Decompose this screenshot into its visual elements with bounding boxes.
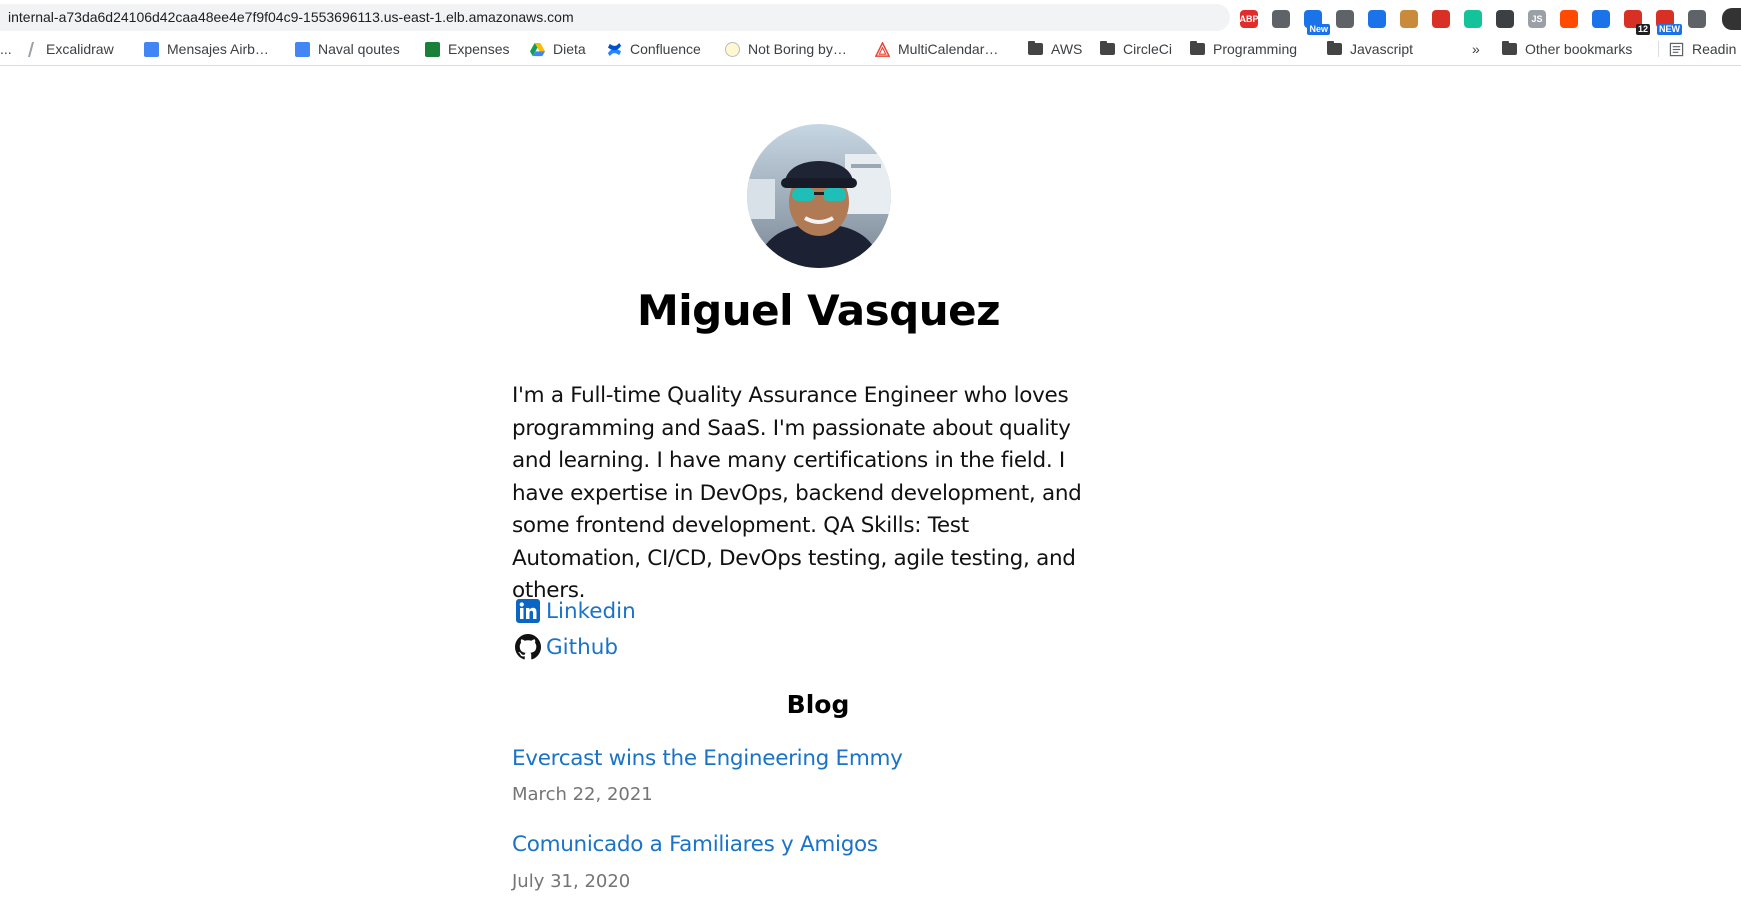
adblock-plus-icon[interactable]: ABP xyxy=(1240,10,1259,28)
confluence-icon xyxy=(607,42,622,57)
bookmark-excalidraw[interactable]: Excalidraw xyxy=(27,41,114,57)
url-text[interactable]: internal-a73da6d24106d42caa48ee4e7f9f04c… xyxy=(8,9,574,25)
bookmarks-overflow-button[interactable]: » xyxy=(1472,41,1480,57)
bookmark-folder-programming[interactable]: Programming xyxy=(1190,41,1297,57)
umbrella-icon[interactable] xyxy=(1272,10,1290,28)
google-doc-icon xyxy=(295,41,310,57)
bookmark-folder-aws[interactable]: AWS xyxy=(1028,41,1082,57)
cookie-icon[interactable] xyxy=(1400,10,1418,28)
grammarly-icon[interactable] xyxy=(1464,10,1482,28)
puzzle-icon[interactable] xyxy=(1688,10,1706,28)
address-bar-area: internal-a73da6d24106d42caa48ee4e7f9f04c… xyxy=(0,0,1741,35)
folder-icon xyxy=(1100,41,1115,55)
bookmark-mensajes-airb[interactable]: Mensajes Airb… xyxy=(144,41,269,57)
google-drive-icon xyxy=(530,42,545,57)
picture-in-picture-icon[interactable] xyxy=(1592,10,1610,28)
linkedin-link[interactable]: Linkedin xyxy=(515,598,636,624)
js-icon[interactable]: JS xyxy=(1528,10,1546,28)
zapier-icon[interactable] xyxy=(1560,10,1578,28)
bookmark-label: Readin xyxy=(1692,41,1737,57)
blog-post-date: March 22, 2021 xyxy=(512,784,653,805)
calendar-extension-icon[interactable]: 12 xyxy=(1624,10,1650,35)
bookmark-label: Programming xyxy=(1213,41,1298,57)
other-bookmarks-folder[interactable]: Other bookmarks xyxy=(1502,41,1632,57)
bookmark-label: Dieta xyxy=(553,41,586,57)
bookmark-naval-qoutes[interactable]: Naval qoutes xyxy=(295,41,400,57)
blog-heading: Blog xyxy=(786,690,850,719)
google-doc-icon xyxy=(144,41,159,57)
folder-icon xyxy=(1028,41,1043,55)
page-title: Miguel Vasquez xyxy=(636,286,1001,335)
bookmark-label: CircleCi xyxy=(1123,41,1172,57)
extension-badge: NEW xyxy=(1657,24,1682,35)
blog-post-title-link[interactable]: Evercast wins the Engineering Emmy xyxy=(512,746,903,771)
bookmarks-bar: ... Excalidraw Mensajes Airb… Naval qout… xyxy=(0,36,1741,66)
profile-photo xyxy=(747,124,891,268)
blog-post-title-link[interactable]: Comunicado a Familiares y Amigos xyxy=(512,832,878,857)
github-link-label: Github xyxy=(546,634,618,660)
linkedin-link-label: Linkedin xyxy=(546,598,636,624)
reading-list-button[interactable]: Readin xyxy=(1658,41,1736,57)
bookmark-label: ... xyxy=(0,41,12,57)
folder-icon xyxy=(1327,41,1342,55)
bookmark-label: AWS xyxy=(1051,41,1083,57)
bio-paragraph: I'm a Full-time Quality Assurance Engine… xyxy=(512,383,1082,603)
download-icon[interactable] xyxy=(1368,10,1386,28)
bookmark-confluence[interactable]: Confluence xyxy=(607,41,701,57)
bookmark-folder-javascript[interactable]: Javascript xyxy=(1327,41,1413,57)
linkedin-icon xyxy=(515,598,541,624)
chevron-double-right-icon: » xyxy=(1472,41,1480,57)
extension-badge: New xyxy=(1307,24,1330,35)
google-sheet-icon xyxy=(425,41,440,57)
github-icon xyxy=(515,634,541,660)
bookmark-label: Javascript xyxy=(1350,41,1414,57)
github-link[interactable]: Github xyxy=(515,634,618,660)
bookmark-label: Confluence xyxy=(630,41,701,57)
extension-badge: 12 xyxy=(1635,24,1650,35)
folder-icon xyxy=(1502,41,1517,55)
bookmark-label: Naval qoutes xyxy=(318,41,400,57)
blog-post-date: July 31, 2020 xyxy=(512,871,631,892)
bookmark-multicalendar[interactable]: MultiCalendar… xyxy=(874,40,999,57)
extensions-toolbar: ABP New JS 12 NEW xyxy=(1240,8,1720,35)
refresh-icon[interactable] xyxy=(1496,10,1514,28)
bookmark-not-boring[interactable]: Not Boring by… xyxy=(725,41,847,57)
multicalendar-icon xyxy=(874,40,891,57)
bookmark-folder-circleci[interactable]: CircleCi xyxy=(1100,41,1172,57)
bookmark-label: Expenses xyxy=(448,41,510,57)
news-extension-icon[interactable]: New xyxy=(1304,10,1330,35)
red-dots-icon[interactable] xyxy=(1432,10,1450,28)
mail-extension-icon[interactable]: NEW xyxy=(1656,10,1682,35)
excalidraw-icon xyxy=(27,41,41,57)
not-boring-icon xyxy=(725,41,740,57)
bookmark-truncated[interactable]: ... xyxy=(0,41,12,57)
bookmark-label: Excalidraw xyxy=(46,41,114,57)
checkmark-circle-icon[interactable] xyxy=(1336,10,1354,28)
bookmark-dieta[interactable]: Dieta xyxy=(530,41,586,57)
address-bar[interactable]: internal-a73da6d24106d42caa48ee4e7f9f04c… xyxy=(0,4,1230,31)
bookmark-label: Mensajes Airb… xyxy=(167,41,269,57)
bookmark-label: Other bookmarks xyxy=(1525,41,1633,57)
bookmark-label: MultiCalendar… xyxy=(898,41,999,57)
reading-list-icon xyxy=(1669,42,1684,57)
bookmark-expenses[interactable]: Expenses xyxy=(425,41,509,57)
bookmark-label: Not Boring by… xyxy=(748,41,847,57)
profile-avatar-icon[interactable] xyxy=(1722,8,1741,30)
folder-icon xyxy=(1190,41,1205,55)
